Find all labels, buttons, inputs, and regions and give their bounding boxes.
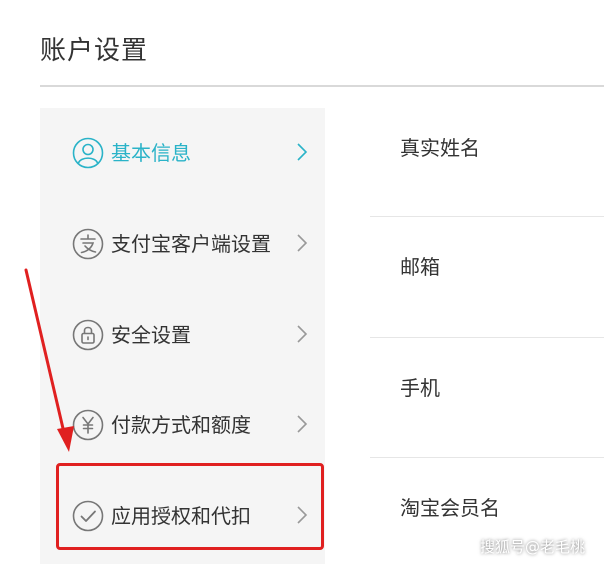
yuan-icon (72, 409, 104, 441)
field-label: 邮箱 (400, 255, 440, 279)
chevron-right-icon (295, 142, 309, 162)
sidebar-item-basic-info[interactable]: 基本信息 (40, 108, 325, 198)
info-row-real-name: 真实姓名 (370, 98, 604, 218)
chevron-right-icon (295, 233, 309, 253)
sidebar-item-label: 安全设置 (111, 323, 191, 347)
watermark: 搜狐号@老毛桃 (480, 538, 586, 556)
field-label: 真实姓名 (400, 136, 480, 160)
lock-icon (72, 319, 104, 351)
sidebar-item-alipay-client-settings[interactable]: 支付宝客户端设置 (40, 199, 325, 289)
sidebar-item-label: 付款方式和额度 (111, 413, 251, 437)
user-icon (72, 137, 104, 169)
alipay-icon (72, 228, 104, 260)
page-title: 账户设置 (40, 36, 149, 66)
info-row-email: 邮箱 (370, 217, 604, 337)
info-row-phone: 手机 (370, 338, 604, 458)
field-label: 淘宝会员名 (400, 496, 500, 520)
info-row-taobao-member-name: 淘宝会员名 (370, 458, 604, 578)
chevron-right-icon (295, 324, 309, 344)
title-divider (40, 85, 604, 87)
highlight-box (56, 463, 324, 550)
sidebar-item-security-settings[interactable]: 安全设置 (40, 290, 325, 380)
field-label: 手机 (400, 376, 440, 400)
sidebar-item-label: 基本信息 (111, 141, 191, 165)
sidebar-item-payment-methods[interactable]: 付款方式和额度 (40, 380, 325, 470)
chevron-right-icon (295, 414, 309, 434)
sidebar-item-label: 支付宝客户端设置 (111, 232, 271, 256)
